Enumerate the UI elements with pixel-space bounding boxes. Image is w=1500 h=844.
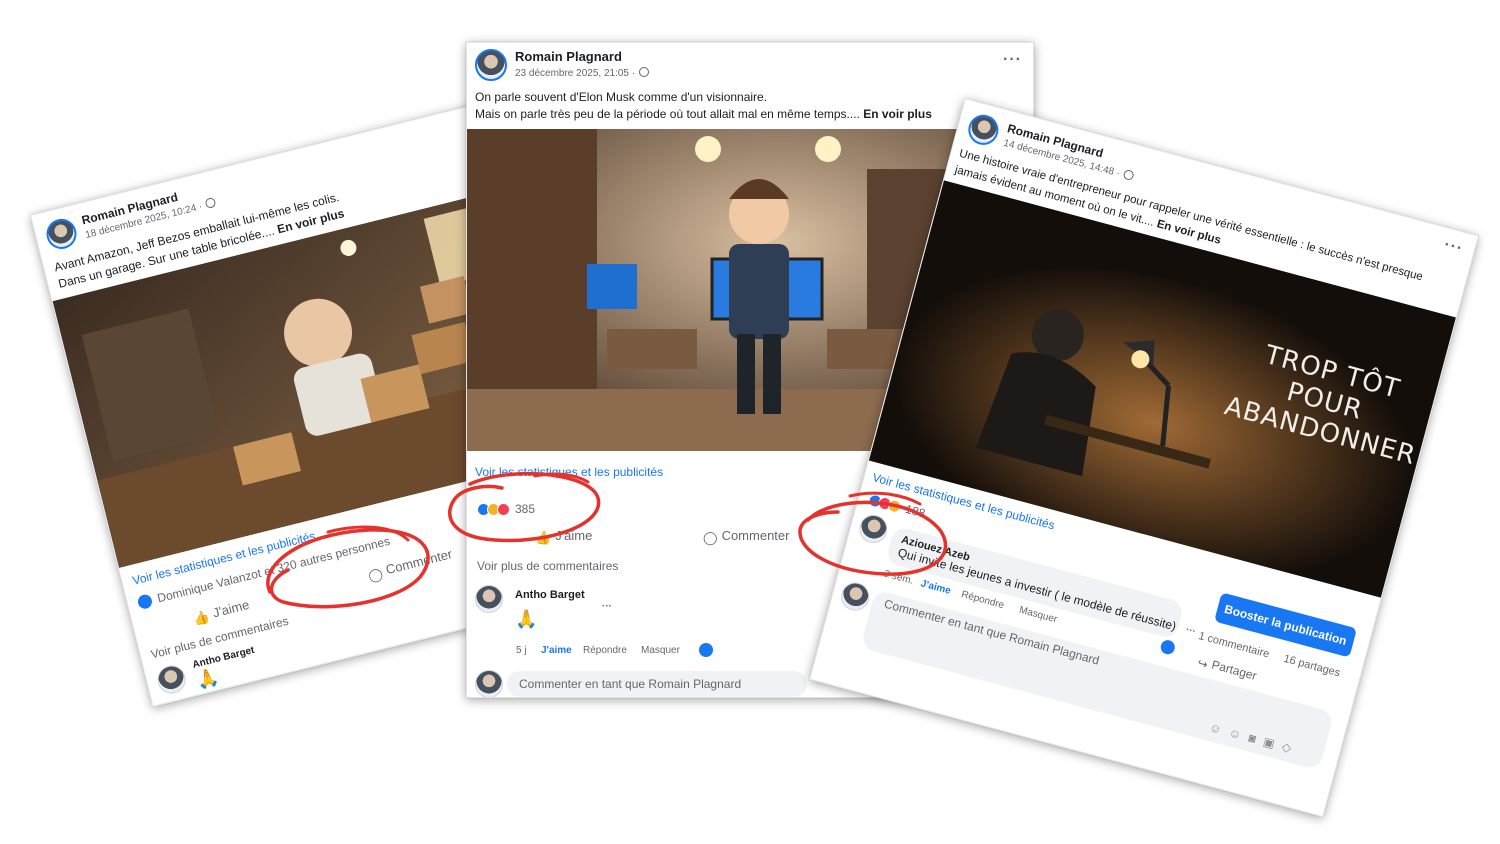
globe-icon [1122, 168, 1135, 182]
like-reaction-icon [136, 593, 154, 611]
globe-icon [204, 196, 217, 210]
commenter-name[interactable]: Antho Barget [515, 589, 585, 601]
commenter-name[interactable]: Aziouez Azeb [900, 534, 1174, 618]
comment-like-link[interactable]: J'aime [541, 645, 572, 656]
shares-count[interactable]: 16 partages [1282, 653, 1341, 680]
post-menu-button[interactable]: ··· [1442, 236, 1465, 258]
comment-time: 2 sem. [882, 568, 915, 587]
comment-like-badge [1159, 638, 1177, 656]
comment-menu-button[interactable]: ··· [602, 601, 612, 612]
insights-link[interactable]: Voir les statistiques et les publicités [475, 465, 663, 479]
comment-hide-link[interactable]: Masquer [1018, 605, 1058, 626]
comment-hide-link[interactable]: Masquer [641, 645, 680, 656]
comment-reply-link[interactable]: Répondre [583, 645, 627, 656]
viewer-avatar [475, 670, 503, 697]
comment-button[interactable]: ◯Commenter [703, 528, 789, 546]
viewer-avatar [838, 579, 873, 614]
commenter-avatar[interactable] [856, 511, 891, 547]
comment-like-link[interactable]: J'aime [919, 578, 952, 597]
post-image[interactable]: TROP TÔT POUR ABANDONNER [868, 180, 1456, 598]
comment-time: 5 j [516, 645, 527, 656]
comment-button[interactable]: ◯Commenter [366, 546, 454, 584]
share-icon: ↪ [1196, 655, 1210, 672]
pray-emoji: 🙏 [515, 609, 538, 629]
comment-icon: ◯ [703, 530, 718, 545]
thumb-up-icon: 👍 [192, 608, 212, 628]
reactions-summary[interactable]: 385 [477, 502, 535, 516]
love-reaction-icon [497, 502, 510, 516]
comment-menu-button[interactable]: ··· [1184, 624, 1197, 637]
author-avatar[interactable] [43, 215, 80, 253]
like-button[interactable]: 👍J'aime [192, 597, 252, 628]
commenter-avatar[interactable] [475, 585, 503, 613]
commenter-avatar[interactable] [154, 662, 189, 697]
more-comments-link[interactable]: Voir plus de commentaires [477, 559, 618, 573]
pray-emoji: 🙏 [194, 666, 221, 692]
see-more-link[interactable]: En voir plus [863, 107, 932, 121]
author-avatar[interactable] [965, 111, 1002, 149]
comment-like-badge [699, 643, 713, 657]
comment-icon: ◯ [366, 565, 385, 584]
post-menu-button[interactable]: ··· [1003, 51, 1022, 69]
author-name[interactable]: Romain Plagnard [515, 49, 622, 64]
like-button[interactable]: 👍J'aime [535, 528, 592, 546]
globe-icon [639, 67, 650, 77]
post-text: On parle souvent d'Elon Musk comme d'un … [475, 90, 932, 121]
author-avatar[interactable] [475, 49, 507, 81]
comment-input[interactable]: Commenter en tant que Romain Plagnard [507, 671, 807, 697]
post-date[interactable]: 23 décembre 2025, 21:05 · [515, 67, 650, 79]
thumb-up-icon: 👍 [535, 530, 552, 545]
